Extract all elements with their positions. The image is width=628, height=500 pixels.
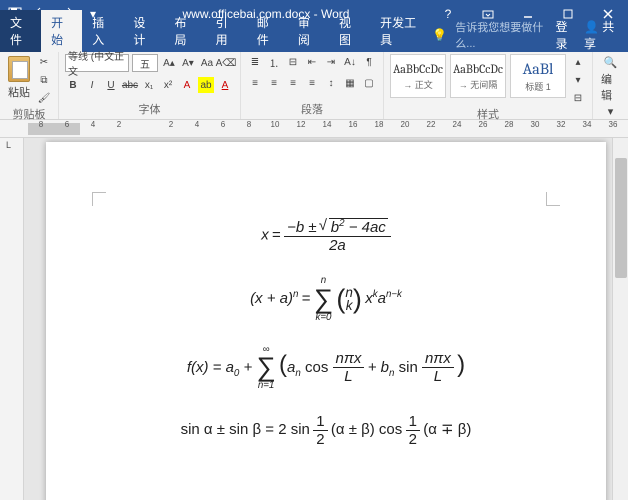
format-painter-icon[interactable]: 🖌 — [36, 90, 52, 106]
equation-binomial[interactable]: (x + a)n = n∑k=0 (nk) xkan−k — [106, 276, 546, 323]
tab-design[interactable]: 设计 — [123, 10, 164, 52]
group-edit: 🔍 编辑 ▾ — [593, 52, 628, 119]
group-styles: AaBbCcDc → 正文 AaBbCcDc → 无间隔 AaBl 标题 1 ▴… — [384, 52, 593, 119]
show-marks-icon[interactable]: ¶ — [361, 54, 377, 70]
ruler-corner: L — [6, 140, 11, 150]
equation-trig[interactable]: sin α ± sin β = 2 sin 12 (α ± β) cos 12 … — [106, 413, 546, 448]
style-normal[interactable]: AaBbCcDc → 正文 — [390, 54, 446, 98]
indent-inc-icon[interactable]: ⇥ — [323, 54, 339, 70]
share-button[interactable]: 👤 共享 — [584, 18, 620, 52]
text-effect-icon[interactable]: A — [179, 77, 195, 93]
shading-icon[interactable]: ▦ — [342, 75, 358, 91]
borders-icon[interactable]: ▢ — [361, 75, 377, 91]
group-font: 等线 (中文正文 五 A▴ A▾ Aa A⌫ B I U abc x₁ x² A… — [59, 52, 241, 119]
highlight-icon[interactable]: ab — [198, 77, 214, 93]
styles-up-icon[interactable]: ▴ — [570, 54, 586, 70]
tab-layout[interactable]: 布局 — [165, 10, 206, 52]
style-heading1[interactable]: AaBl 标题 1 — [510, 54, 566, 98]
sort-icon[interactable]: A↓ — [342, 54, 358, 70]
margin-corner-tl — [92, 192, 106, 206]
underline-button[interactable]: U — [103, 77, 119, 93]
document-area[interactable]: x = −b ± b2 − 4ac 2a (x + a)n = n∑k=0 (n… — [24, 138, 628, 500]
scrollbar-vertical[interactable] — [612, 138, 628, 500]
tab-mail[interactable]: 邮件 — [247, 10, 288, 52]
equation-quadratic[interactable]: x = −b ± b2 − 4ac 2a — [106, 218, 546, 254]
font-color-icon[interactable]: A — [217, 77, 233, 93]
change-case-icon[interactable]: Aa — [199, 55, 215, 71]
style-name: 标题 1 — [525, 80, 551, 93]
tab-dev[interactable]: 开发工具 — [370, 10, 432, 52]
line-spacing-icon[interactable]: ↕ — [323, 75, 339, 91]
align-center-icon[interactable]: ≡ — [266, 75, 282, 91]
cut-icon[interactable]: ✂ — [36, 54, 52, 70]
group-paragraph-label: 段落 — [247, 101, 377, 119]
styles-more-icon[interactable]: ⊟ — [570, 90, 586, 106]
ruler-horizontal[interactable]: 8642246810121416182022242628303234363840… — [0, 120, 628, 138]
tab-insert[interactable]: 插入 — [82, 10, 123, 52]
bold-button[interactable]: B — [65, 77, 81, 93]
style-nospacing[interactable]: AaBbCcDc → 无间隔 — [450, 54, 506, 98]
tell-me-icon: 💡 — [432, 28, 447, 42]
margin-corner-tr — [546, 192, 560, 206]
tab-file[interactable]: 文件 — [0, 10, 41, 52]
multilevel-icon[interactable]: ⊟ — [285, 54, 301, 70]
page[interactable]: x = −b ± b2 − 4ac 2a (x + a)n = n∑k=0 (n… — [46, 142, 606, 500]
font-name-input[interactable]: 等线 (中文正文 — [65, 54, 129, 72]
paste-label: 粘贴 — [8, 84, 30, 100]
indent-dec-icon[interactable]: ⇤ — [304, 54, 320, 70]
group-font-label: 字体 — [65, 101, 234, 119]
superscript-button[interactable]: x² — [160, 77, 176, 93]
equation-fourier[interactable]: f(x) = a0 + ∞∑n=1 (an cos nπxL + bn sin … — [106, 345, 546, 392]
numbering-icon[interactable]: ⒈ — [266, 54, 282, 70]
style-name: → 无间隔 — [459, 78, 498, 91]
group-clipboard: 粘贴 ✂ ⧉ 🖌 剪贴板 — [0, 52, 59, 119]
tab-view[interactable]: 视图 — [329, 10, 370, 52]
edit-label: 编辑 — [601, 71, 620, 103]
tab-review[interactable]: 审阅 — [288, 10, 329, 52]
style-name: → 正文 — [403, 78, 433, 91]
italic-button[interactable]: I — [84, 77, 100, 93]
edit-button[interactable]: 🔍 编辑 ▾ — [599, 54, 622, 120]
ruler-vertical[interactable]: L — [0, 138, 24, 500]
clear-format-icon[interactable]: A⌫ — [218, 55, 234, 71]
style-sample: AaBbCcDc — [393, 62, 443, 76]
tab-reference[interactable]: 引用 — [206, 10, 247, 52]
font-size-input[interactable]: 五 — [132, 54, 158, 72]
paste-button[interactable]: 粘贴 — [6, 54, 32, 102]
styles-down-icon[interactable]: ▾ — [570, 72, 586, 88]
workspace: L x = −b ± b2 − 4ac 2a (x + a)n = n∑k=0 … — [0, 138, 628, 500]
style-sample: AaBl — [523, 60, 554, 78]
copy-icon[interactable]: ⧉ — [36, 72, 52, 88]
tab-start[interactable]: 开始 — [41, 10, 82, 52]
eq-lhs: x — [261, 227, 269, 244]
paste-icon — [8, 56, 30, 82]
grow-font-icon[interactable]: A▴ — [161, 55, 177, 71]
strike-button[interactable]: abc — [122, 77, 138, 93]
login-link[interactable]: 登录 — [556, 18, 576, 52]
align-left-icon[interactable]: ≡ — [247, 75, 263, 91]
align-right-icon[interactable]: ≡ — [285, 75, 301, 91]
style-sample: AaBbCcDc — [453, 62, 503, 76]
scrollbar-thumb[interactable] — [615, 158, 627, 278]
justify-icon[interactable]: ≡ — [304, 75, 320, 91]
subscript-button[interactable]: x₁ — [141, 77, 157, 93]
group-paragraph: ≣ ⒈ ⊟ ⇤ ⇥ A↓ ¶ ≡ ≡ ≡ ≡ ↕ ▦ ▢ 段落 — [241, 52, 384, 119]
bullets-icon[interactable]: ≣ — [247, 54, 263, 70]
shrink-font-icon[interactable]: A▾ — [180, 55, 196, 71]
tell-me-input[interactable]: 告诉我您想要做什么... — [455, 19, 547, 51]
ribbon: 粘贴 ✂ ⧉ 🖌 剪贴板 等线 (中文正文 五 A▴ A▾ Aa A⌫ B I — [0, 52, 628, 120]
find-icon: 🔍 — [604, 56, 618, 69]
